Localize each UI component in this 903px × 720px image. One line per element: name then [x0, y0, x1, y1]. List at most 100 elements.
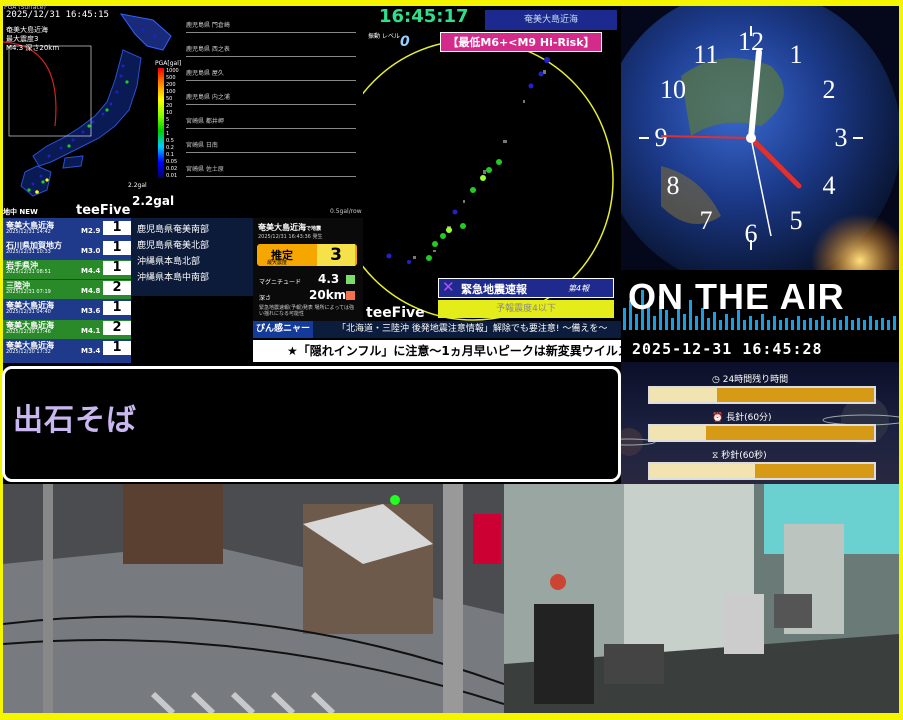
- progress-label: ⏰ 長針(60分): [712, 410, 772, 423]
- depth-value: 20km: [309, 288, 347, 302]
- region-item: 沖縄県本島北部: [137, 257, 201, 267]
- datetime-display: 2025-12-31 16:45:28: [632, 340, 823, 358]
- progress-label-text: 24時間残り時間: [722, 375, 789, 385]
- pga-label: 0.1: [166, 152, 174, 158]
- waveform-station-label: 鹿児島県 内之浦: [186, 94, 230, 101]
- quake-list-item[interactable]: 石川県加賀地方 2025/12/31 10:33 M3.0 1: [3, 240, 131, 259]
- waveform-panel: [183, 6, 363, 218]
- gal-small: 2.2gal: [128, 182, 147, 189]
- pga-label: 0.01: [166, 173, 178, 179]
- waveform-trace: [186, 32, 356, 33]
- pga-label: 2: [166, 124, 170, 130]
- quake-magnitude: M2.9: [81, 227, 101, 235]
- gal-value: 2.2gal: [132, 194, 175, 208]
- news-tag: ぴん感ニャース: [253, 321, 313, 351]
- waveform-station-label: 鹿児島県 西之表: [186, 46, 230, 53]
- digital-clock: 16:45:17: [379, 6, 469, 27]
- waveform-trace: [186, 80, 356, 81]
- hourglass-icon: ⧖: [712, 451, 719, 461]
- map-info-line: 奄美大島近海: [6, 26, 48, 34]
- quake-datetime: 2025/12/31 14:42: [6, 229, 51, 235]
- quake-list-item[interactable]: 岩手県沖 2025/12/31 08:51 M4.4 1: [3, 260, 131, 279]
- quake-intensity: 1: [103, 221, 131, 235]
- pga-label: 200: [166, 82, 176, 88]
- waveform-trace: [186, 128, 356, 129]
- scrolling-ticker: ★「隠れインフル」に注意～1ヵ月早いピークは新変異ウイルス: [253, 340, 621, 362]
- progress-fill: [650, 388, 718, 402]
- pga-label: 50: [166, 96, 173, 102]
- alarm-icon: ⏰: [712, 413, 724, 423]
- quake-list-item[interactable]: 奄美大島近海 2025/12/31 14:42 M2.9 1: [3, 220, 131, 239]
- quake-list-item[interactable]: 奄美大島近海 2025/12/30 17:32 M3.4 1: [3, 340, 131, 359]
- on-air-title: ON THE AIR: [628, 276, 845, 317]
- quake-magnitude: M4.1: [81, 327, 101, 335]
- waveform-trace: [186, 176, 356, 177]
- brand-logo-2: teeFive: [366, 305, 425, 321]
- progress-bar: [648, 424, 876, 442]
- pga-label: 1000: [166, 68, 179, 74]
- map-info: 奄美大島近海 最大震度3 M4.3 深さ20km: [6, 26, 59, 53]
- clock-number: 3: [835, 123, 848, 152]
- frame-bottom: [0, 713, 903, 720]
- progress-label: ◷ 24時間残り時間: [712, 372, 788, 385]
- clock-number: 7: [700, 206, 713, 235]
- depth-label: 深さ: [259, 295, 272, 302]
- clock-number: 5: [790, 206, 803, 235]
- quake-datetime: 2025/12/31 04:40: [6, 309, 51, 315]
- quake-intensity: 1: [103, 261, 131, 275]
- quake-datetime: 2025/12/31 10:33: [6, 249, 51, 255]
- quake-magnitude: M4.8: [81, 287, 101, 295]
- progress-fill: [650, 464, 756, 478]
- pga-label: 0.05: [166, 159, 178, 165]
- waveform-station-label: 宮崎県 佐土原: [186, 166, 224, 173]
- quake-list-item[interactable]: 三陸沖 2025/12/31 07:19 M4.8 2: [3, 280, 131, 299]
- pga-label: 20: [166, 103, 173, 109]
- progress-bar: [648, 386, 876, 404]
- estimate-title-main: 奄美大島近海: [258, 223, 306, 232]
- clock-number: 2: [822, 75, 835, 104]
- depth-indicator: [346, 291, 355, 300]
- close-icon: ✕: [442, 278, 455, 296]
- clock-number: 8: [667, 171, 680, 200]
- waveform-station-label: 鹿児島県 門倉崎: [186, 22, 230, 29]
- quake-magnitude: M4.4: [81, 267, 101, 275]
- street-camera-1-image: [3, 484, 504, 713]
- progress-label-text: 長針(60分): [726, 413, 772, 423]
- clock-number: 6: [745, 219, 758, 248]
- top-region-label: 奄美大島近海: [485, 10, 617, 30]
- quake-list-item[interactable]: 奄美大島近海 2025/12/31 04:40 M3.6 1: [3, 300, 131, 319]
- affected-regions: 鹿児島県奄美南部 鹿児島県奄美北部 沖縄県本島北部 沖縄県本島中南部: [131, 218, 253, 296]
- estimate-intensity: 3: [317, 244, 355, 266]
- street-camera-2: [504, 484, 899, 713]
- pga-label: 5: [166, 117, 170, 123]
- eew-label: 緊急地震速報: [461, 283, 527, 296]
- quake-intensity: 1: [103, 241, 131, 255]
- message-text: 出石そば: [13, 403, 137, 438]
- magnitude-value: 4.3: [318, 272, 340, 286]
- progress-label: ⧖ 秒針(60秒): [712, 448, 767, 461]
- eew-warning: 予報震度4以下: [438, 300, 614, 318]
- clock-number: 4: [822, 171, 835, 200]
- brand-logo: teeFive: [76, 203, 131, 218]
- clock-number: 10: [660, 75, 686, 104]
- map-info-line: M4.3 深さ20km: [6, 44, 60, 52]
- clock-number: 11: [693, 40, 718, 69]
- progress-bar: [648, 462, 876, 480]
- estimate-sublabel: 最大震度: [267, 260, 288, 266]
- quake-magnitude: M3.4: [81, 347, 101, 355]
- waveform-trace: [186, 104, 356, 105]
- waveform-trace: [186, 152, 356, 153]
- pga-color-scale: [158, 68, 164, 178]
- vibration-level-value: 0: [400, 34, 410, 50]
- quake-datetime: 2025/12/31 07:19: [6, 289, 51, 295]
- waveform-scale: 0.5gal/row: [330, 208, 362, 215]
- waveform-trace: [186, 56, 356, 57]
- street-camera-2-image: [504, 484, 899, 713]
- waveform-station-label: 宮崎県 日南: [186, 142, 218, 149]
- quake-list-item[interactable]: 奄美大島近海 2025/12/30 17:46 M4.1 2: [3, 320, 131, 339]
- quake-intensity: 1: [103, 301, 131, 315]
- clock-number: 9: [655, 123, 668, 152]
- quake-datetime: 2025/12/31 08:51: [6, 269, 51, 275]
- clock-icon: ◷: [712, 375, 720, 385]
- pga-label: 1: [166, 131, 170, 137]
